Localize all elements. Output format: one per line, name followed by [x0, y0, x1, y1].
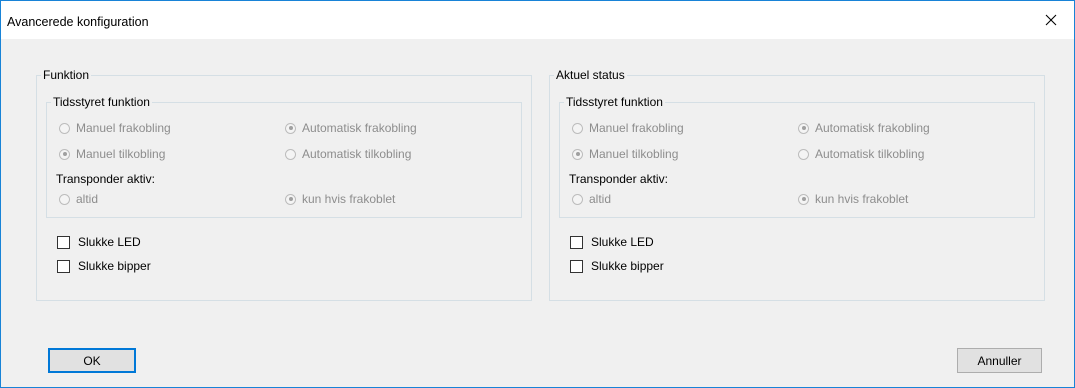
right-radio-manual-connect[interactable]: Manuel tilkobling: [572, 146, 678, 162]
checkbox-box: [57, 259, 70, 273]
close-icon: [1045, 14, 1057, 26]
dialog-window: Avancerede konfiguration Funktion Tidsst…: [0, 0, 1075, 388]
radio-indicator: [59, 148, 70, 160]
left-checkbox-disable-beeper[interactable]: Slukke bipper: [57, 258, 151, 274]
current-status-group-title: Aktuel status: [554, 68, 627, 82]
radio-indicator: [59, 122, 70, 134]
window-title: Avancerede konfiguration: [7, 15, 149, 29]
right-transponder-label: Transponder aktiv:: [569, 172, 668, 186]
radio-indicator: [798, 122, 809, 134]
right-radio-only-if-disconnected[interactable]: kun hvis frakoblet: [798, 191, 908, 207]
right-radio-auto-disconnect[interactable]: Automatisk frakobling: [798, 120, 930, 136]
radio-indicator: [285, 148, 296, 160]
radio-indicator: [798, 148, 809, 160]
right-radio-auto-connect[interactable]: Automatisk tilkobling: [798, 146, 924, 162]
checkbox-label: Slukke bipper: [591, 259, 664, 273]
checkbox-box: [57, 235, 70, 249]
checkbox-label: Slukke LED: [591, 235, 654, 249]
radio-label: Manuel tilkobling: [589, 147, 679, 161]
left-radio-auto-connect[interactable]: Automatisk tilkobling: [285, 146, 411, 162]
radio-label: Automatisk tilkobling: [302, 147, 412, 161]
radio-indicator: [285, 122, 296, 134]
radio-indicator: [59, 193, 70, 205]
right-timed-function-title: Tidsstyret funktion: [564, 95, 665, 109]
radio-indicator: [572, 122, 583, 134]
title-bar: Avancerede konfiguration: [1, 1, 1074, 39]
checkbox-box: [570, 235, 583, 249]
radio-label: Automatisk tilkobling: [815, 147, 925, 161]
function-group: Funktion Tidsstyret funktion Manuel frak…: [36, 68, 532, 301]
left-radio-always[interactable]: altid: [59, 191, 98, 207]
left-checkbox-disable-led[interactable]: Slukke LED: [57, 234, 141, 250]
left-radio-manual-disconnect[interactable]: Manuel frakobling: [59, 120, 171, 136]
right-radio-always[interactable]: altid: [572, 191, 611, 207]
right-radio-manual-disconnect[interactable]: Manuel frakobling: [572, 120, 684, 136]
left-transponder-label: Transponder aktiv:: [56, 172, 155, 186]
left-radio-manual-connect[interactable]: Manuel tilkobling: [59, 146, 165, 162]
radio-indicator: [572, 193, 583, 205]
radio-label: kun hvis frakoblet: [815, 192, 909, 206]
cancel-button[interactable]: Annuller: [957, 348, 1042, 373]
close-button[interactable]: [1028, 1, 1074, 39]
checkbox-label: Slukke bipper: [78, 259, 151, 273]
right-checkbox-disable-led[interactable]: Slukke LED: [570, 234, 654, 250]
left-timed-function-title: Tidsstyret funktion: [51, 95, 152, 109]
radio-label: Manuel frakobling: [76, 121, 171, 135]
left-radio-only-if-disconnected[interactable]: kun hvis frakoblet: [285, 191, 395, 207]
ok-button[interactable]: OK: [48, 348, 136, 373]
radio-indicator: [285, 193, 296, 205]
checkbox-label: Slukke LED: [78, 235, 141, 249]
function-group-title: Funktion: [41, 68, 92, 82]
radio-label: Automatisk frakobling: [815, 121, 930, 135]
radio-label: altid: [589, 192, 612, 206]
radio-label: Automatisk frakobling: [302, 121, 417, 135]
radio-indicator: [798, 193, 809, 205]
radio-indicator: [572, 148, 583, 160]
left-radio-auto-disconnect[interactable]: Automatisk frakobling: [285, 120, 417, 136]
radio-label: altid: [76, 192, 99, 206]
left-timed-function-group: Tidsstyret funktion Manuel frakobling Au…: [46, 95, 522, 218]
radio-label: kun hvis frakoblet: [302, 192, 396, 206]
checkbox-box: [570, 259, 583, 273]
radio-label: Manuel tilkobling: [76, 147, 166, 161]
radio-label: Manuel frakobling: [589, 121, 684, 135]
current-status-group: Aktuel status Tidsstyret funktion Manuel…: [549, 68, 1045, 301]
right-timed-function-group: Tidsstyret funktion Manuel frakobling Au…: [559, 95, 1035, 218]
right-checkbox-disable-beeper[interactable]: Slukke bipper: [570, 258, 664, 274]
